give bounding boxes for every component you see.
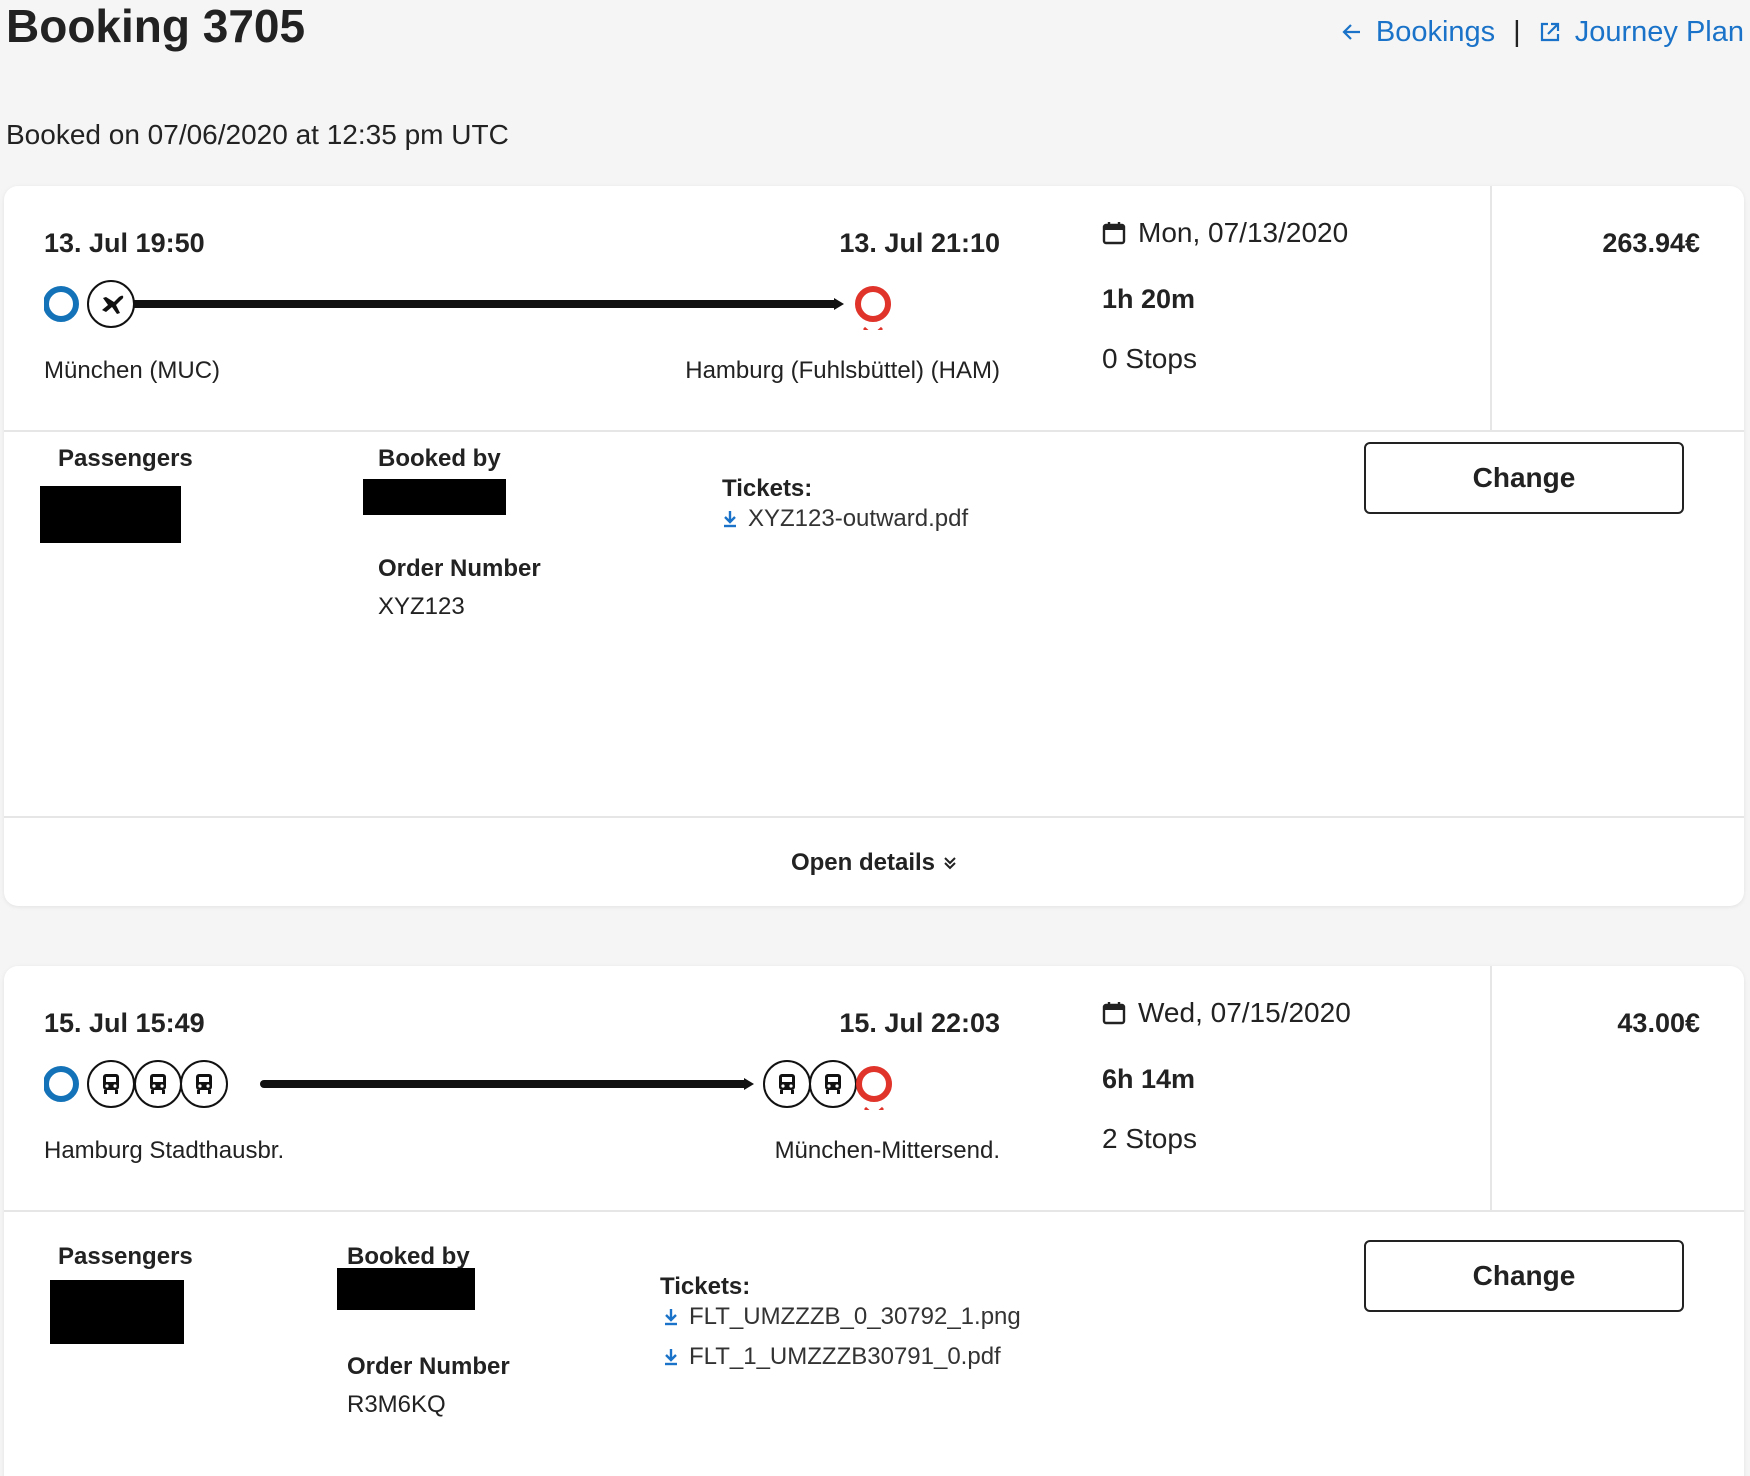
passengers-label: Passengers <box>58 1243 193 1270</box>
ticket-download-link[interactable]: XYZ123-outward.pdf <box>722 504 968 534</box>
passengers-redacted <box>40 486 181 543</box>
journey-plan-link[interactable]: Journey Plan <box>1539 14 1744 50</box>
destination-marker <box>855 286 891 330</box>
bookings-link[interactable]: Bookings <box>1342 14 1495 50</box>
trip-duration: 1h 20m <box>1102 284 1196 314</box>
header-links: Bookings | Journey Plan <box>1342 14 1744 50</box>
booking-card: 13. Jul 19:50 13. Jul 21:10 München (MUC… <box>4 186 1744 906</box>
download-icon <box>724 511 736 528</box>
divider <box>1490 966 1492 1212</box>
travel-date-label: Wed, 07/15/2020 <box>1138 997 1351 1028</box>
open-details-label: Open details <box>790 849 936 876</box>
order-number-label: Order Number <box>378 555 541 582</box>
journey-plan-link-label: Journey Plan <box>1574 16 1744 48</box>
passengers-redacted <box>50 1280 184 1344</box>
destination-station: Hamburg (Fuhlsbüttel) (HAM) <box>685 357 1000 384</box>
journey-summary: 13. Jul 19:50 13. Jul 21:10 München (MUC… <box>4 186 1744 432</box>
destination-marker <box>856 1066 892 1110</box>
arrival-time: 13. Jul 21:10 <box>839 228 1000 258</box>
travel-date-label: Mon, 07/13/2020 <box>1138 217 1349 248</box>
origin-station: Hamburg Stadthausbr. <box>44 1137 285 1164</box>
plane-icon <box>87 280 135 328</box>
trip-duration: 6h 14m <box>1102 1064 1196 1094</box>
order-number: R3M6KQ <box>347 1391 446 1418</box>
bookings-link-label: Bookings <box>1375 16 1496 48</box>
track-arrowhead <box>744 1078 754 1090</box>
stops-count: 2 Stops <box>1102 1123 1197 1154</box>
booked-by-label: Booked by <box>378 445 501 472</box>
change-button[interactable]: Change <box>1364 442 1684 514</box>
bus-icon <box>134 1060 182 1108</box>
order-number: XYZ123 <box>378 593 465 620</box>
arrow-left-icon <box>1342 24 1360 40</box>
divider <box>4 816 1744 818</box>
bus-icon <box>87 1060 135 1108</box>
calendar-icon <box>1102 222 1126 245</box>
booked-by-redacted <box>337 1268 475 1310</box>
bus-icon <box>763 1060 811 1108</box>
booking-card: 15. Jul 15:49 15. Jul 22:03 Hamburg Stad… <box>4 966 1744 1476</box>
travel-date: Mon, 07/13/2020 <box>1102 216 1348 250</box>
departure-time: 13. Jul 19:50 <box>44 228 205 258</box>
journey-track <box>44 1060 1004 1110</box>
calendar-icon <box>1102 1002 1126 1025</box>
origin-station: München (MUC) <box>44 357 221 384</box>
tickets-label: Tickets: <box>722 475 813 502</box>
ticket-download-link[interactable]: FLT_1_UMZZZB30791_0.pdf <box>663 1342 1001 1372</box>
double-chevron-down-icon <box>944 857 956 870</box>
bus-icon <box>180 1060 228 1108</box>
download-icon <box>665 1309 677 1326</box>
external-link-icon <box>1540 22 1559 42</box>
booked-by-redacted <box>363 479 506 515</box>
destination-station: München-Mittersend. <box>774 1137 1000 1164</box>
tickets-label: Tickets: <box>660 1273 751 1300</box>
origin-marker <box>44 1066 79 1102</box>
journey-track <box>44 280 1004 330</box>
divider <box>1490 186 1492 432</box>
departure-time: 15. Jul 15:49 <box>44 1008 205 1038</box>
journey-summary: 15. Jul 15:49 15. Jul 22:03 Hamburg Stad… <box>4 966 1744 1212</box>
ticket-file-name: FLT_1_UMZZZB30791_0.pdf <box>689 1343 1001 1370</box>
price: 43.00€ <box>1617 1008 1700 1038</box>
bus-icon <box>809 1060 857 1108</box>
download-icon <box>665 1349 677 1366</box>
change-button[interactable]: Change <box>1364 1240 1684 1312</box>
booked-on-text: Booked on 07/06/2020 at 12:35 pm UTC <box>6 119 509 150</box>
passengers-label: Passengers <box>58 445 193 472</box>
link-separator: | <box>1513 16 1521 48</box>
origin-marker <box>44 286 79 322</box>
ticket-file-name: XYZ123-outward.pdf <box>748 505 969 532</box>
open-details-toggle[interactable]: Open details <box>4 820 1744 906</box>
stops-count: 0 Stops <box>1102 343 1197 374</box>
page-title: Booking 3705 <box>6 0 306 52</box>
ticket-download-link[interactable]: FLT_UMZZZB_0_30792_1.png <box>663 1302 1021 1332</box>
arrival-time: 15. Jul 22:03 <box>839 1008 1000 1038</box>
track-arrowhead <box>834 298 844 310</box>
order-number-label: Order Number <box>347 1353 510 1380</box>
ticket-file-name: FLT_UMZZZB_0_30792_1.png <box>689 1303 1021 1330</box>
travel-date: Wed, 07/15/2020 <box>1102 996 1351 1030</box>
price: 263.94€ <box>1602 228 1700 258</box>
